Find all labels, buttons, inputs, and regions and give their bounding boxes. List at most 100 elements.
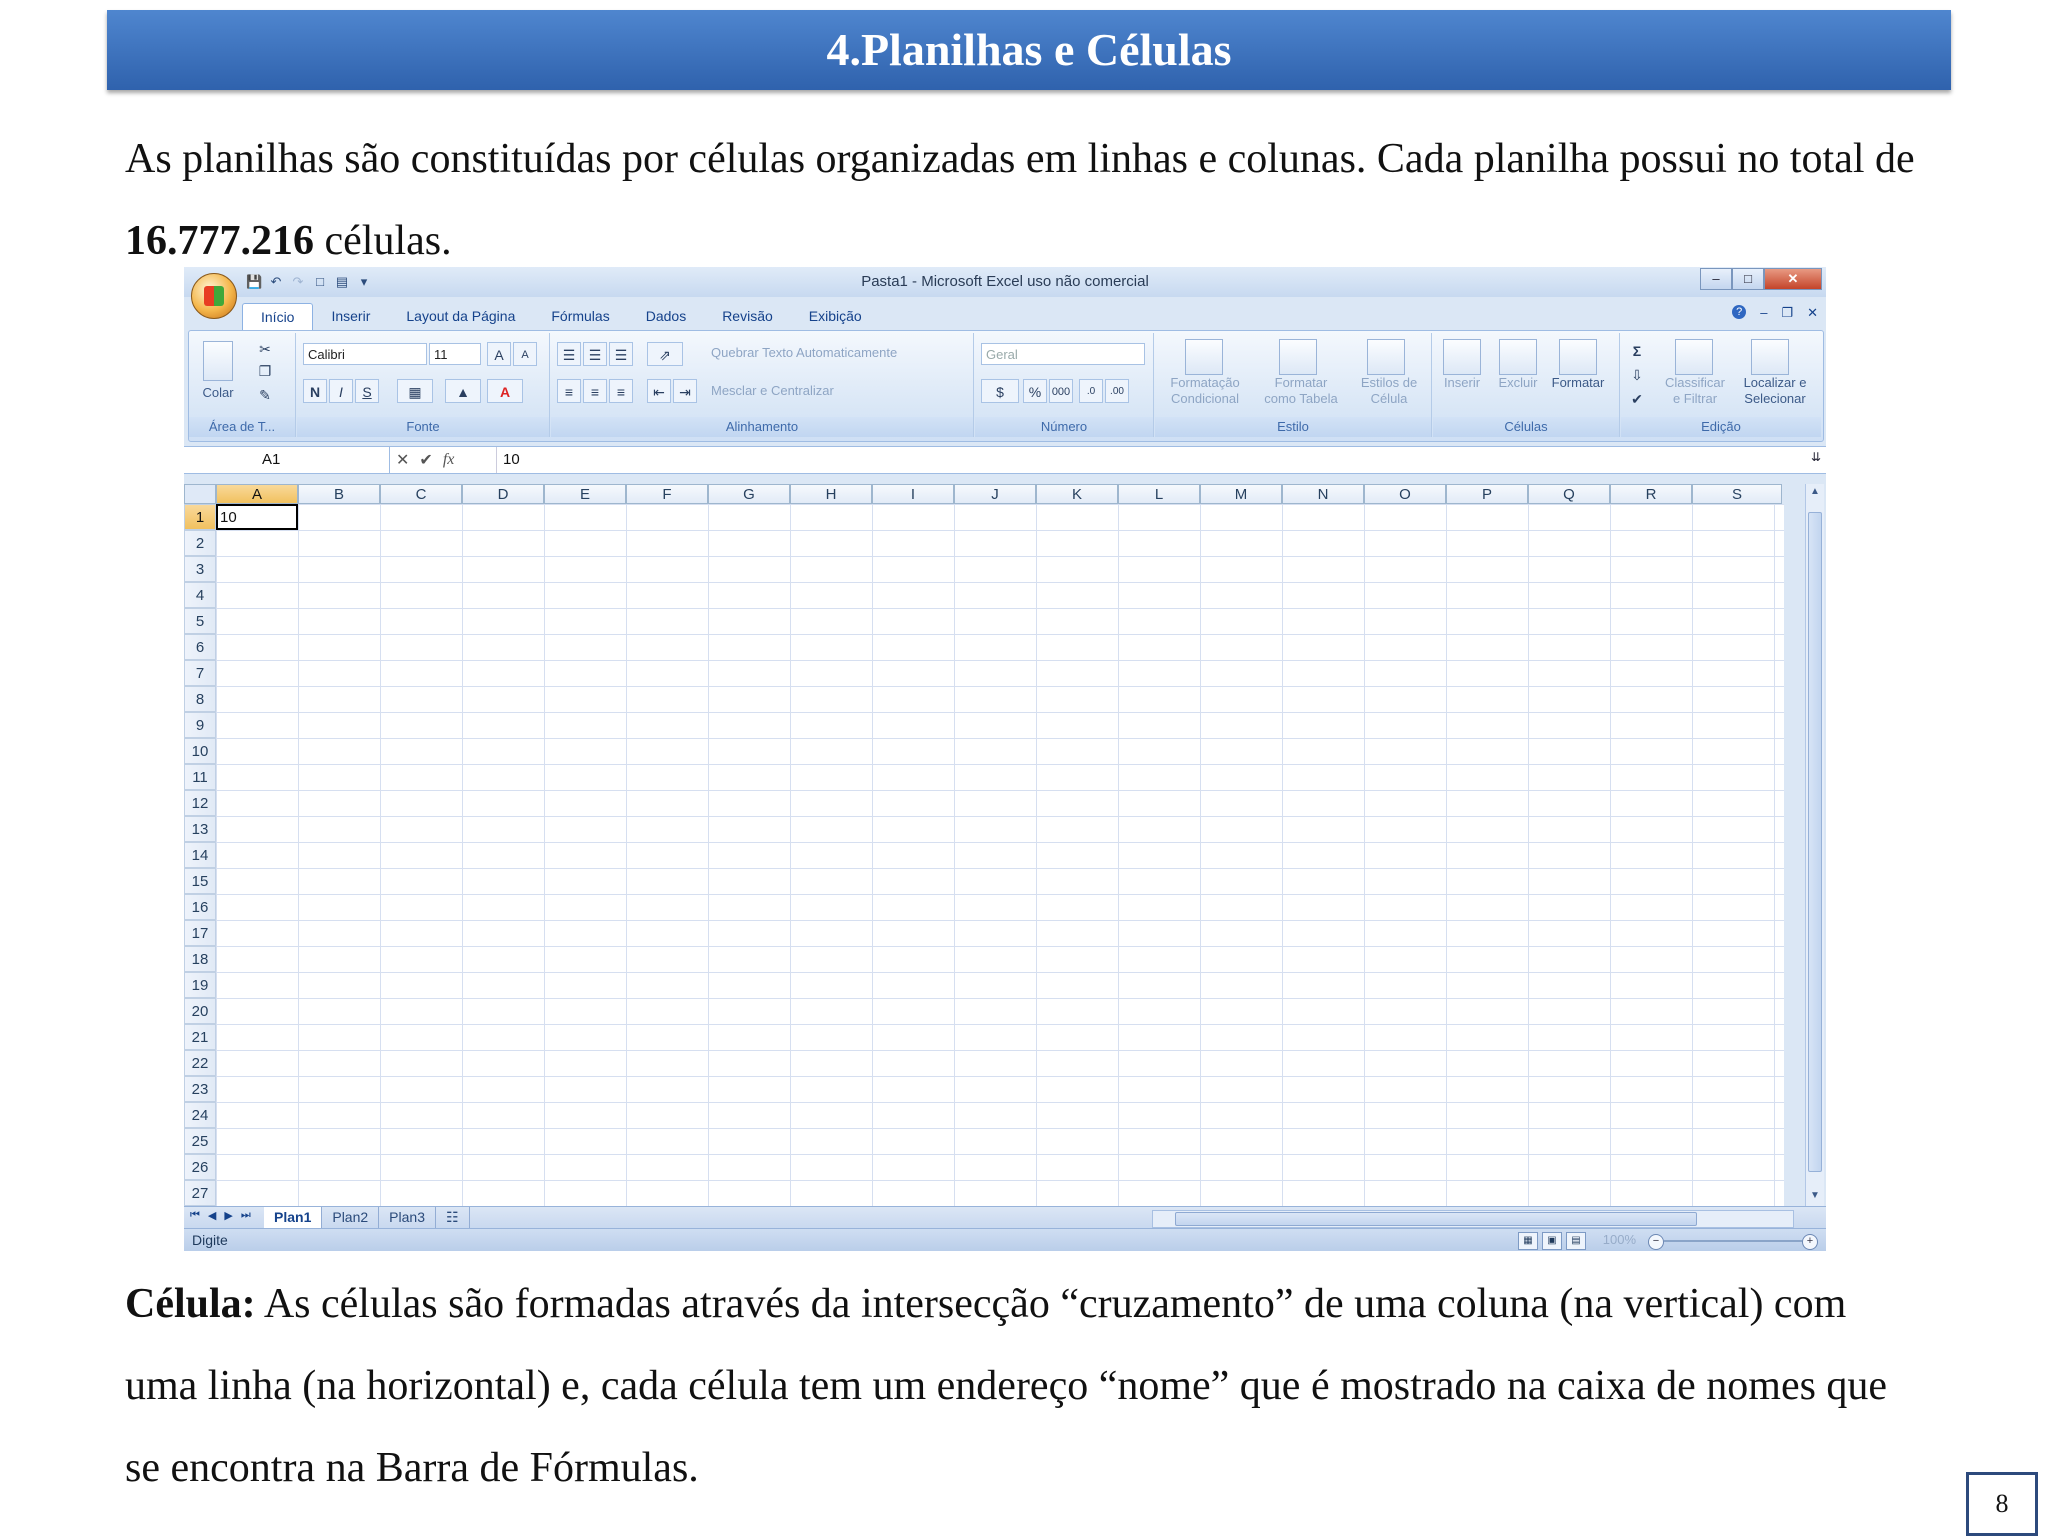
number-format-select[interactable]: Geral xyxy=(981,343,1145,365)
conditional-format-icon[interactable] xyxy=(1185,339,1223,375)
align-top-icon[interactable]: ☰ xyxy=(557,342,581,366)
scroll-down-icon[interactable]: ▼ xyxy=(1806,1190,1824,1204)
zoom-out-icon[interactable]: − xyxy=(1648,1234,1664,1250)
column-header[interactable]: M xyxy=(1200,484,1282,504)
row-header[interactable]: 18 xyxy=(184,946,216,972)
row-header[interactable]: 7 xyxy=(184,660,216,686)
paste-icon[interactable] xyxy=(203,341,233,381)
row-header[interactable]: 27 xyxy=(184,1180,216,1206)
bold-button[interactable]: N xyxy=(303,379,327,403)
row-header[interactable]: 19 xyxy=(184,972,216,998)
row-header[interactable]: 21 xyxy=(184,1024,216,1050)
column-header[interactable]: N xyxy=(1282,484,1364,504)
sheet-tab-plan2[interactable]: Plan2 xyxy=(322,1207,380,1228)
wrap-text-button[interactable]: Quebrar Texto Automaticamente xyxy=(711,345,897,361)
vertical-scroll-thumb[interactable] xyxy=(1808,512,1822,1172)
tab-dados[interactable]: Dados xyxy=(628,303,704,329)
delete-cells-icon[interactable] xyxy=(1499,339,1537,375)
column-header[interactable]: I xyxy=(872,484,954,504)
next-sheet-icon[interactable]: ▶ xyxy=(224,1209,232,1222)
align-bottom-icon[interactable]: ☰ xyxy=(609,342,633,366)
wb-close-icon[interactable]: ✕ xyxy=(1807,305,1818,321)
insert-sheet-icon[interactable]: ☷ xyxy=(436,1207,470,1228)
row-header[interactable]: 4 xyxy=(184,582,216,608)
wb-minimize-icon[interactable]: – xyxy=(1760,305,1767,321)
row-header[interactable]: 26 xyxy=(184,1154,216,1180)
format-table-button[interactable]: Formatar como Tabela xyxy=(1251,375,1351,407)
row-header[interactable]: 5 xyxy=(184,608,216,634)
align-middle-icon[interactable]: ☰ xyxy=(583,342,607,366)
row-header[interactable]: 22 xyxy=(184,1050,216,1076)
first-sheet-icon[interactable]: ⏮ xyxy=(190,1209,200,1222)
tab-layout[interactable]: Layout da Página xyxy=(388,303,533,329)
column-header[interactable]: B xyxy=(298,484,380,504)
row-header[interactable]: 15 xyxy=(184,868,216,894)
row-header[interactable]: 16 xyxy=(184,894,216,920)
row-header[interactable]: 23 xyxy=(184,1076,216,1102)
fill-icon[interactable]: ⇩ xyxy=(1625,363,1649,387)
column-header[interactable]: O xyxy=(1364,484,1446,504)
row-header[interactable]: 13 xyxy=(184,816,216,842)
row-header[interactable]: 3 xyxy=(184,556,216,582)
row-header[interactable]: 14 xyxy=(184,842,216,868)
maximize-icon[interactable]: □ xyxy=(1732,268,1764,290)
increase-decimal-icon[interactable]: .0 xyxy=(1079,379,1103,403)
grow-font-icon[interactable]: A xyxy=(487,342,511,366)
vertical-scrollbar[interactable]: ▲ ▼ xyxy=(1805,484,1824,1206)
align-left-icon[interactable]: ≡ xyxy=(557,379,581,403)
sort-filter-button[interactable]: Classificar e Filtrar xyxy=(1657,375,1733,407)
row-header[interactable]: 24 xyxy=(184,1102,216,1128)
help-icon[interactable]: ? xyxy=(1732,305,1747,319)
column-header[interactable]: L xyxy=(1118,484,1200,504)
horizontal-scrollbar[interactable] xyxy=(1152,1210,1794,1228)
column-header[interactable]: F xyxy=(626,484,708,504)
insert-cells-button[interactable]: Inserir xyxy=(1435,375,1489,391)
horizontal-scroll-thumb[interactable] xyxy=(1175,1212,1697,1226)
decrease-indent-icon[interactable]: ⇤ xyxy=(647,379,671,403)
column-header[interactable]: D xyxy=(462,484,544,504)
minimize-icon[interactable]: – xyxy=(1700,268,1732,290)
column-header[interactable]: E xyxy=(544,484,626,504)
find-select-icon[interactable] xyxy=(1751,339,1789,375)
row-header[interactable]: 25 xyxy=(184,1128,216,1154)
autosum-icon[interactable]: Σ xyxy=(1625,339,1649,363)
column-header[interactable]: S xyxy=(1692,484,1782,504)
column-header[interactable]: J xyxy=(954,484,1036,504)
normal-view-icon[interactable]: ▦ xyxy=(1518,1232,1538,1250)
last-sheet-icon[interactable]: ⏭ xyxy=(241,1209,251,1222)
sort-filter-icon[interactable] xyxy=(1675,339,1713,375)
cell-area[interactable] xyxy=(216,504,1784,1206)
tab-inserir[interactable]: Inserir xyxy=(313,303,388,329)
cell-a1[interactable]: 10 xyxy=(216,504,298,530)
column-header[interactable]: Q xyxy=(1528,484,1610,504)
font-color-icon[interactable]: A xyxy=(487,379,523,403)
column-header[interactable]: R xyxy=(1610,484,1692,504)
row-header[interactable]: 6 xyxy=(184,634,216,660)
increase-indent-icon[interactable]: ⇥ xyxy=(673,379,697,403)
column-header[interactable]: K xyxy=(1036,484,1118,504)
format-cells-button[interactable]: Formatar xyxy=(1545,375,1611,391)
tab-exibicao[interactable]: Exibição xyxy=(791,303,880,329)
close-icon[interactable]: ✕ xyxy=(1764,268,1822,290)
column-header[interactable]: H xyxy=(790,484,872,504)
fill-color-icon[interactable]: ▲ xyxy=(445,379,481,403)
row-header[interactable]: 9 xyxy=(184,712,216,738)
row-header[interactable]: 10 xyxy=(184,738,216,764)
italic-button[interactable]: I xyxy=(329,379,353,403)
row-header[interactable]: 20 xyxy=(184,998,216,1024)
page-layout-view-icon[interactable]: ▣ xyxy=(1542,1232,1562,1250)
scroll-up-icon[interactable]: ▲ xyxy=(1806,486,1824,500)
cell-styles-button[interactable]: Estilos de Célula xyxy=(1351,375,1427,407)
shrink-font-icon[interactable]: A xyxy=(513,342,537,366)
row-header[interactable]: 11 xyxy=(184,764,216,790)
row-header[interactable]: 12 xyxy=(184,790,216,816)
column-header[interactable]: P xyxy=(1446,484,1528,504)
sheet-tab-plan3[interactable]: Plan3 xyxy=(379,1207,436,1228)
name-box[interactable]: A1 xyxy=(184,447,390,473)
delete-cells-button[interactable]: Excluir xyxy=(1491,375,1545,391)
percent-button[interactable]: % xyxy=(1023,379,1047,403)
font-name-select[interactable]: Calibri xyxy=(303,343,427,365)
row-header[interactable]: 8 xyxy=(184,686,216,712)
font-size-select[interactable]: 11 xyxy=(429,343,481,365)
cell-styles-icon[interactable] xyxy=(1367,339,1405,375)
